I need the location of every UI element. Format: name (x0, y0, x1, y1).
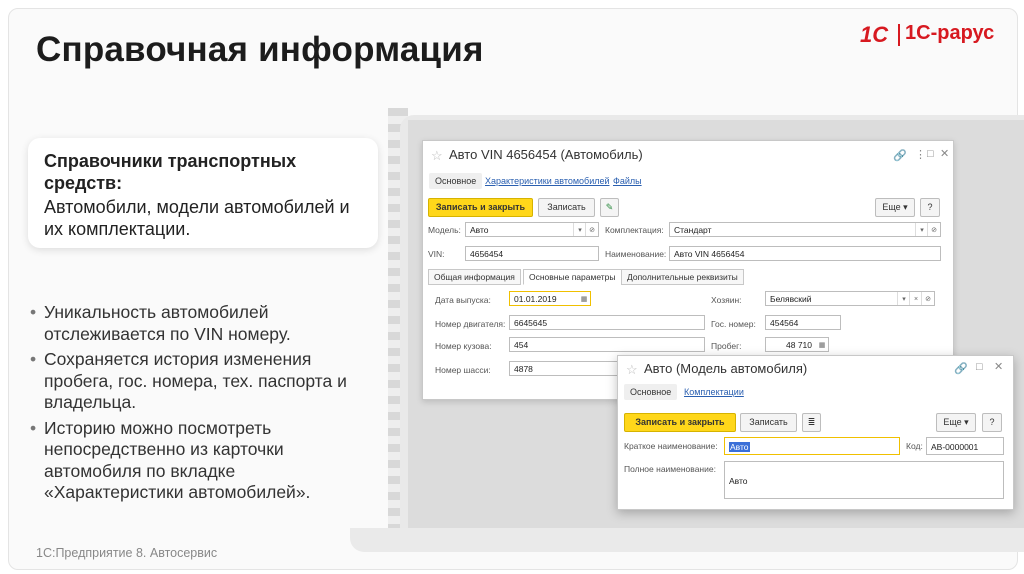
config-label: Комплектация: (605, 225, 664, 235)
open-icon[interactable]: ⊘ (927, 223, 940, 236)
engine-field[interactable]: 6645645 (509, 315, 705, 330)
calendar-icon[interactable]: ▦ (578, 292, 590, 305)
menu-icon[interactable]: ⋮ (915, 148, 926, 161)
car-window-title: Авто VIN 4656454 (Автомобиль) (449, 147, 643, 162)
config-field[interactable]: Стандарт ▾ ⊘ (669, 222, 941, 237)
full-name-field[interactable]: Авто (724, 461, 1004, 499)
save-close-button[interactable]: Записать и закрыть (428, 198, 533, 217)
slide: Справочная информация 1С 1С-рарус Справо… (0, 0, 1024, 574)
bullet-item: • Историю можно посмотреть непосредственн… (30, 417, 311, 503)
logo-separator (898, 24, 900, 46)
calculator-icon[interactable]: ▦ (816, 338, 828, 351)
tab-main[interactable]: Основное (429, 173, 483, 189)
mileage-label: Пробег: (711, 341, 742, 351)
page-title: Справочная информация (36, 30, 484, 69)
owner-label: Хозяин: (711, 295, 742, 305)
list-icon[interactable]: ≣ (802, 413, 821, 432)
bullet-icon: • (30, 349, 37, 369)
short-name-field[interactable]: Авто (724, 437, 900, 455)
section-general[interactable]: Общая информация (428, 269, 521, 285)
mileage-field[interactable]: 48 710 ▦ (765, 337, 829, 352)
code-field[interactable]: АВ-0000001 (926, 437, 1004, 455)
callout-card: Справочники транспортных средств: Автомо… (28, 138, 378, 248)
logo-1c: 1С (860, 22, 889, 47)
save-button[interactable]: Записать (740, 413, 797, 432)
more-button[interactable]: Еще ▾ (875, 198, 915, 217)
code-label: Код: (906, 441, 923, 451)
tab-configurations[interactable]: Комплектации (684, 387, 744, 397)
chassis-field[interactable]: 4878 (509, 361, 619, 376)
save-button[interactable]: Записать (538, 198, 595, 217)
release-date-field[interactable]: 01.01.2019 ▦ (509, 291, 591, 306)
callout-text: Автомобили, модели автомобилей и их комп… (44, 197, 350, 239)
open-icon[interactable]: ⊘ (921, 292, 934, 305)
bullet-icon: • (30, 302, 37, 322)
bullet-item: • Сохраняется история изменения пробега, … (30, 349, 347, 412)
bullet-icon: • (30, 417, 37, 438)
vin-field[interactable]: 4656454 (465, 246, 599, 261)
more-button[interactable]: Еще ▾ (936, 413, 976, 432)
maximize-icon[interactable]: □ (927, 148, 934, 160)
vin-label: VIN: (428, 249, 445, 259)
plate-field[interactable]: 454564 (765, 315, 841, 330)
short-name-label: Краткое наименование: (624, 441, 718, 451)
plate-label: Гос. номер: (711, 319, 756, 329)
model-label: Модель: (428, 225, 461, 235)
star-icon[interactable]: ☆ (626, 362, 638, 378)
name-label: Наименование: (605, 249, 667, 259)
engine-label: Номер двигателя: (435, 319, 506, 329)
maximize-icon[interactable]: □ (976, 361, 983, 373)
model-form-window: ☆ Авто (Модель автомобиля) 🔗 □ ✕ Основно… (617, 355, 1014, 510)
open-icon[interactable]: ⊘ (585, 223, 598, 236)
help-button[interactable]: ? (982, 413, 1002, 432)
bullet-item: • Уникальность автомобилей отслеживается … (30, 302, 291, 344)
model-field[interactable]: Авто ▾ ⊘ (465, 222, 599, 237)
release-label: Дата выпуска: (435, 295, 491, 305)
edit-icon[interactable]: ✎ (600, 198, 619, 217)
chassis-label: Номер шасси: (435, 365, 491, 375)
bullet-list: • Уникальность автомобилей отслеживается … (30, 302, 370, 508)
logo-1c-rarus: 1С-рарус (905, 22, 995, 44)
body-label: Номер кузова: (435, 341, 492, 351)
star-icon[interactable]: ☆ (431, 148, 443, 164)
section-extra[interactable]: Дополнительные реквизиты (621, 269, 744, 285)
owner-field[interactable]: Белявский ▾ × ⊘ (765, 291, 935, 306)
close-icon[interactable]: ✕ (994, 360, 1003, 373)
link-icon[interactable]: 🔗 (893, 149, 907, 162)
save-close-button[interactable]: Записать и закрыть (624, 413, 736, 432)
callout-heading: Справочники транспортных средств: (44, 151, 297, 193)
close-icon[interactable]: ✕ (940, 147, 949, 160)
section-main-params[interactable]: Основные параметры (523, 269, 622, 285)
name-field[interactable]: Авто VIN 4656454 (669, 246, 941, 261)
footer-caption: 1С:Предприятие 8. Автосервис (36, 546, 218, 560)
laptop-base (350, 528, 1024, 552)
body-field[interactable]: 454 (509, 337, 705, 352)
tab-files[interactable]: Файлы (613, 176, 642, 186)
full-name-label: Полное наименование: (624, 464, 716, 474)
link-icon[interactable]: 🔗 (954, 362, 968, 375)
model-window-title: Авто (Модель автомобиля) (644, 361, 808, 376)
help-button[interactable]: ? (920, 198, 940, 217)
tab-main[interactable]: Основное (624, 384, 678, 400)
tab-characteristics[interactable]: Характеристики автомобилей (485, 176, 610, 186)
